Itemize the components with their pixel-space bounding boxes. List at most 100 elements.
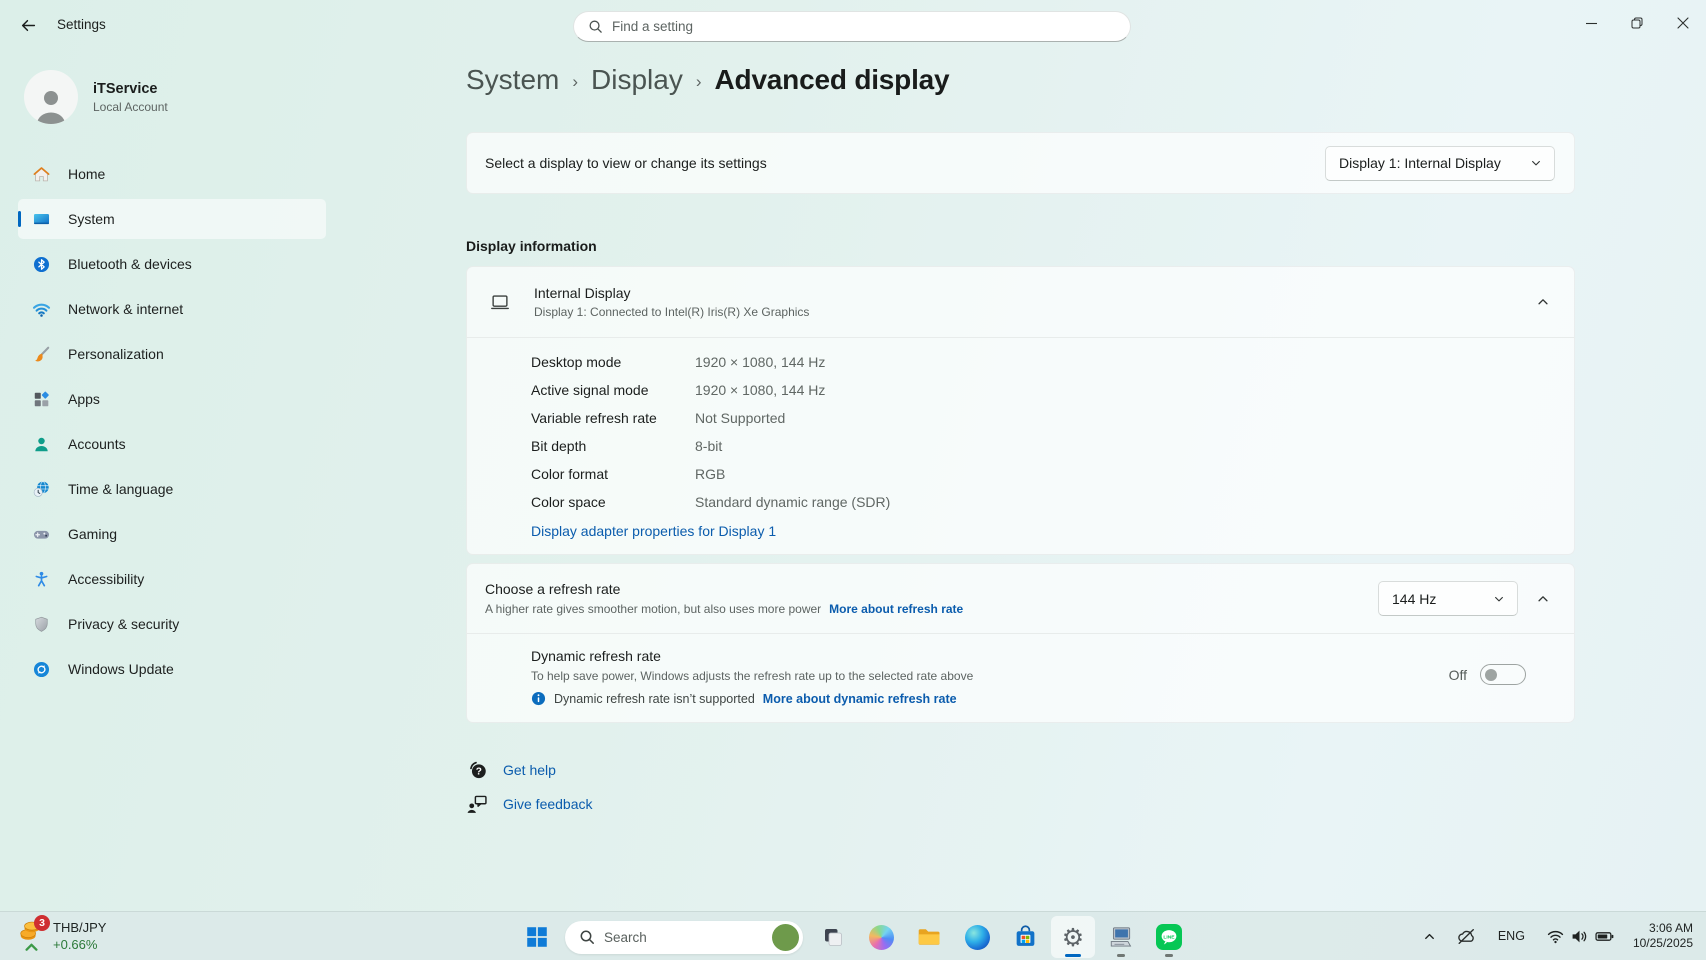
breadcrumb-system[interactable]: System: [466, 64, 559, 96]
chevron-up-icon[interactable]: [1536, 592, 1550, 606]
network-icon: [32, 303, 51, 317]
close-icon: [1677, 17, 1689, 29]
dynamic-refresh-rate-toggle[interactable]: [1480, 664, 1526, 685]
close-button[interactable]: [1660, 0, 1706, 46]
sidebar-item-apps[interactable]: Apps: [18, 379, 326, 419]
give-feedback-row[interactable]: Give feedback: [466, 793, 1575, 815]
personalization-icon: [35, 346, 50, 361]
breadcrumb-separator-icon: ›: [572, 72, 579, 91]
settings-content: Select a display to view or change its s…: [466, 132, 1575, 815]
internal-display-title: Internal Display: [534, 285, 631, 301]
info-label: Color format: [531, 466, 609, 482]
sidebar-item-label: Personalization: [68, 346, 164, 362]
hidden-icons-button[interactable]: [1417, 918, 1442, 954]
breadcrumb-separator-icon: ›: [695, 72, 702, 91]
page-title: Advanced display: [714, 64, 950, 95]
computer-icon: [1110, 927, 1132, 947]
windows-desktop: { "window": { "app_title": "Settings", "…: [0, 0, 1706, 960]
sidebar-item-label: Gaming: [68, 526, 118, 542]
taskbar-search-box[interactable]: Search: [565, 920, 803, 954]
info-value: RGB: [695, 466, 726, 482]
restore-icon: [1631, 17, 1643, 29]
sidebar-item-windows-update[interactable]: Windows Update: [18, 649, 326, 689]
search-highlight-image[interactable]: [772, 923, 799, 951]
settings-search-box[interactable]: [573, 11, 1131, 42]
main-content: System › Display › Advanced display Sele…: [340, 48, 1706, 911]
dynamic-refresh-rate-toggle-wrap: Off: [1449, 664, 1526, 685]
privacy-security-icon: [35, 616, 48, 632]
give-feedback-link[interactable]: Give feedback: [503, 796, 593, 812]
sidebar-item-label: Network & internet: [68, 301, 184, 317]
settings-app-button[interactable]: ⚙: [1051, 916, 1095, 958]
more-about-dynamic-refresh-rate-link[interactable]: More about dynamic refresh rate: [763, 692, 957, 706]
clock-button[interactable]: 3:06 AM 10/25/2025: [1629, 921, 1693, 951]
info-label: Desktop mode: [531, 354, 622, 370]
minimize-button[interactable]: [1568, 0, 1614, 46]
line-app-button[interactable]: LINE: [1147, 916, 1191, 958]
network-volume-battery-button[interactable]: [1541, 918, 1620, 954]
task-view-button[interactable]: [811, 916, 855, 958]
sidebar-item-home[interactable]: Home: [18, 154, 326, 194]
back-button[interactable]: [13, 12, 43, 38]
tray-date: 10/25/2025: [1632, 936, 1693, 950]
sidebar-item-label: Accounts: [68, 436, 126, 452]
onedrive-status-button[interactable]: [1451, 918, 1482, 954]
sidebar-item-privacy-security[interactable]: Privacy & security: [18, 604, 326, 644]
get-help-row[interactable]: ? Get help: [466, 759, 1575, 781]
edge-button[interactable]: [955, 916, 999, 958]
settings-search-input[interactable]: [612, 19, 1116, 34]
titlebar: Settings: [0, 0, 1706, 48]
sidebar-item-label: Windows Update: [68, 661, 174, 677]
cloud-off-icon: [1458, 928, 1474, 944]
svg-text:LINE: LINE: [1163, 934, 1175, 940]
restore-button[interactable]: [1614, 0, 1660, 46]
file-explorer-button[interactable]: [907, 916, 951, 958]
wifi-icon: [1547, 930, 1564, 943]
sidebar-item-accounts[interactable]: Accounts: [18, 424, 326, 464]
sidebar-item-gaming[interactable]: Gaming: [18, 514, 326, 554]
window-controls: [1568, 0, 1706, 48]
language-indicator[interactable]: ENG: [1491, 918, 1532, 954]
get-help-icon: ?: [470, 761, 486, 778]
sidebar-item-bluetooth-devices[interactable]: Bluetooth & devices: [18, 244, 326, 284]
trend-up-icon: [24, 943, 38, 951]
sidebar-item-time-language[interactable]: Time & language: [18, 469, 326, 509]
display-selector-dropdown[interactable]: Display 1: Internal Display: [1325, 145, 1555, 181]
windows-update-icon: [33, 661, 50, 677]
info-icon: [531, 691, 546, 706]
back-arrow-icon: [21, 19, 35, 31]
more-about-refresh-rate-link[interactable]: More about refresh rate: [829, 602, 963, 616]
pc-app-button[interactable]: [1099, 916, 1143, 958]
sidebar-item-network-internet[interactable]: Network & internet: [18, 289, 326, 329]
search-icon: [580, 930, 594, 944]
refresh-rate-subtitle: A higher rate gives smoother motion, but…: [485, 602, 822, 616]
display-adapter-properties-link[interactable]: Display adapter properties for Display 1: [531, 523, 776, 539]
chevron-up-icon[interactable]: [1536, 295, 1550, 309]
user-name: iTService: [93, 80, 158, 97]
get-help-link[interactable]: Get help: [503, 762, 556, 778]
refresh-rate-text: Choose a refresh rate A higher rate give…: [485, 581, 1378, 616]
info-label: Variable refresh rate: [531, 410, 657, 426]
internal-display-subtitle: Display 1: Connected to Intel(R) Iris(R)…: [534, 305, 810, 319]
info-label: Active signal mode: [531, 382, 649, 398]
copilot-button[interactable]: [859, 916, 903, 958]
sidebar-item-personalization[interactable]: Personalization: [18, 334, 326, 374]
task-view-icon: [825, 929, 842, 946]
microsoft-store-button[interactable]: [1003, 916, 1047, 958]
sidebar-item-label: Home: [68, 166, 106, 182]
sidebar-item-system[interactable]: System: [18, 199, 326, 239]
system-icon: [33, 213, 50, 224]
search-icon: [589, 20, 602, 33]
section-title-display-information: Display information: [466, 238, 597, 254]
settings-nav: Home System Bluetooth & devices Network …: [18, 154, 326, 689]
widgets-button[interactable]: 3 THB/JPY +0.66%: [10, 915, 112, 954]
refresh-rate-dropdown[interactable]: 144 Hz: [1378, 581, 1518, 616]
user-account-block[interactable]: iTService Local Account: [24, 70, 326, 124]
internal-display-expander[interactable]: Internal Display Display 1: Connected to…: [467, 267, 1574, 337]
start-button[interactable]: [517, 916, 557, 958]
taskbar-center: Search ⚙ LINE: [517, 916, 1191, 958]
breadcrumb-display[interactable]: Display: [591, 64, 683, 96]
sidebar-item-label: System: [68, 211, 115, 227]
give-feedback-icon: [467, 795, 487, 813]
sidebar-item-accessibility[interactable]: Accessibility: [18, 559, 326, 599]
